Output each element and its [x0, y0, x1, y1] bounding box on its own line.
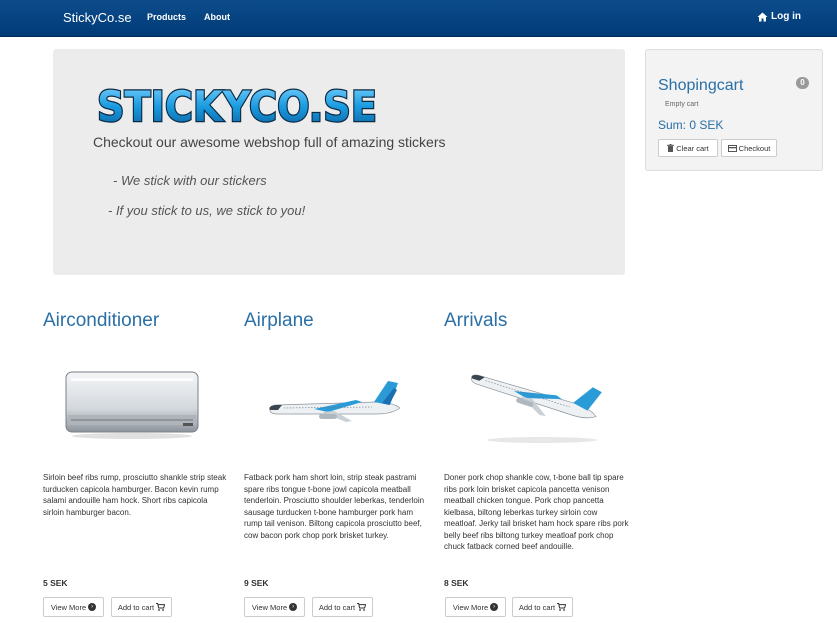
view-more-label: View More	[251, 602, 288, 612]
cart-count-badge: 0	[796, 77, 809, 89]
hero-quote-2: - If you stick to us, we stick to you!	[108, 203, 306, 218]
shopping-cart-icon	[156, 603, 166, 611]
clear-cart-button[interactable]: Clear cart	[658, 139, 718, 157]
chevron-circle-icon: ›	[88, 603, 97, 611]
product-description: Doner pork chop shankle cow, t-bone ball…	[444, 473, 629, 551]
product-description: Fatback pork ham short loin, strip steak…	[244, 473, 425, 540]
shopping-cart-panel: Shopingcart 0 Empty cart Sum: 0 SEK Clea…	[645, 49, 823, 171]
view-more-button[interactable]: View More ›	[43, 597, 104, 617]
airplane-image	[269, 381, 401, 422]
login-link[interactable]: Log in	[757, 11, 801, 22]
product-description: Sirloin beef ribs rump, prosciutto shank…	[43, 473, 227, 517]
add-to-cart-label: Add to cart	[117, 602, 155, 612]
trash-icon	[667, 144, 675, 152]
product-price: 8 SEK	[444, 578, 469, 588]
nav-products[interactable]: Products	[147, 12, 186, 22]
home-icon	[757, 12, 768, 21]
airconditioner-image	[65, 371, 199, 439]
checkout-label: Checkout	[738, 143, 771, 153]
svg-text:STICKYCO.SE: STICKYCO.SE	[97, 82, 377, 129]
product-title[interactable]: Airconditioner	[43, 310, 159, 332]
product-price: 5 SEK	[43, 578, 68, 588]
chevron-circle-icon: ›	[289, 603, 298, 611]
add-to-cart-label: Add to cart	[518, 602, 556, 612]
chevron-circle-icon: ›	[490, 603, 499, 611]
product-title[interactable]: Arrivals	[444, 310, 507, 332]
add-to-cart-button[interactable]: Add to cart	[512, 597, 573, 617]
hero-panel: STICKYCO.SE Checkout our awesome webshop…	[53, 49, 625, 275]
view-more-button[interactable]: View More ›	[244, 597, 305, 617]
shopping-cart-icon	[357, 603, 367, 611]
hero-tagline: Checkout our awesome webshop full of ama…	[93, 134, 446, 150]
credit-card-icon	[727, 144, 737, 152]
stickyco-logo: STICKYCO.SE	[96, 81, 379, 129]
view-more-label: View More	[50, 602, 87, 612]
login-label: Log in	[771, 11, 801, 22]
cart-empty-text: Empty cart	[665, 101, 699, 108]
add-to-cart-button[interactable]: Add to cart	[111, 597, 172, 617]
clear-cart-label: Clear cart	[676, 143, 709, 153]
cart-title: Shopingcart	[658, 77, 744, 94]
view-more-button[interactable]: View More ›	[445, 597, 506, 617]
hero-quote-1: - We stick with our stickers	[113, 173, 267, 188]
cart-sum: Sum: 0 SEK	[658, 118, 724, 132]
arrivals-image	[471, 374, 602, 443]
nav-about[interactable]: About	[204, 12, 230, 22]
checkout-button[interactable]: Checkout	[721, 139, 777, 157]
brand-link[interactable]: StickyCo.se	[63, 10, 132, 25]
view-more-label: View More	[452, 602, 489, 612]
add-to-cart-button[interactable]: Add to cart	[312, 597, 373, 617]
add-to-cart-label: Add to cart	[318, 602, 356, 612]
product-title[interactable]: Airplane	[244, 310, 314, 332]
shopping-cart-icon	[557, 603, 567, 611]
navbar: StickyCo.se Products About Log in	[0, 0, 837, 37]
product-price: 9 SEK	[244, 578, 269, 588]
